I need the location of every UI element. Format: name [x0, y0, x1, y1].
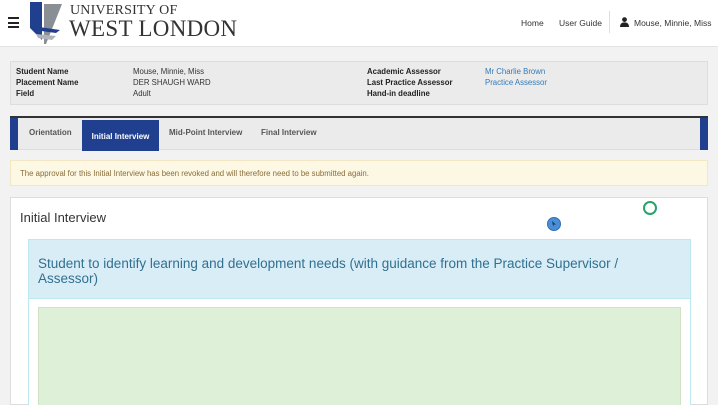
academic-assessor-link[interactable]: Mr Charlie Brown — [485, 67, 545, 76]
learning-needs-panel: Student to identify learning and develop… — [28, 239, 691, 405]
academic-assessor-label: Academic Assessor — [367, 67, 441, 76]
nav-user-menu[interactable]: Mouse, Minnie, Miss — [634, 18, 711, 28]
tabs-right-cap — [700, 118, 708, 150]
status-circle-icon[interactable] — [643, 201, 657, 215]
tab-final-interview[interactable]: Final Interview — [261, 128, 317, 137]
student-name-label: Student Name — [16, 67, 69, 76]
student-name-value: Mouse, Minnie, Miss — [133, 67, 205, 76]
field-label: Field — [16, 89, 35, 98]
learning-needs-content-area[interactable] — [38, 307, 681, 405]
field-value: Adult — [133, 89, 151, 98]
student-info-panel: Student Name Mouse, Minnie, Miss Placeme… — [10, 61, 708, 105]
tabs-left-cap — [10, 118, 18, 150]
hamburger-icon[interactable] — [8, 17, 19, 28]
last-practice-assessor-label: Last Practice Assessor — [367, 78, 453, 87]
revoked-approval-alert: The approval for this Initial Interview … — [10, 160, 708, 186]
initial-interview-card: Initial Interview Student to identify le… — [10, 197, 708, 405]
placement-name-label: Placement Name — [16, 78, 79, 87]
learning-needs-heading: Student to identify learning and develop… — [29, 240, 690, 299]
tab-mid-point-interview[interactable]: Mid-Point Interview — [169, 128, 242, 137]
nav-user-guide-link[interactable]: User Guide — [559, 18, 602, 28]
mouse-cursor-icon — [547, 217, 561, 231]
last-practice-assessor-link[interactable]: Practice Assessor — [485, 78, 547, 87]
interview-tabs: Orientation Initial Interview Mid-Point … — [10, 116, 708, 151]
user-icon[interactable] — [620, 17, 629, 27]
uwl-shield-icon[interactable] — [26, 0, 66, 44]
top-navbar: UNIVERSITY OF WEST LONDON Home User Guid… — [0, 0, 718, 47]
tab-orientation[interactable]: Orientation — [29, 128, 72, 137]
nav-divider — [609, 11, 610, 33]
placement-name-value: DER SHAUGH WARD — [133, 78, 211, 87]
tab-initial-interview[interactable]: Initial Interview — [82, 120, 159, 151]
page-title: Initial Interview — [20, 210, 106, 225]
hand-in-deadline-label: Hand-in deadline — [367, 89, 430, 98]
brand-line-2: WEST LONDON — [69, 16, 238, 41]
nav-home-link[interactable]: Home — [521, 18, 544, 28]
